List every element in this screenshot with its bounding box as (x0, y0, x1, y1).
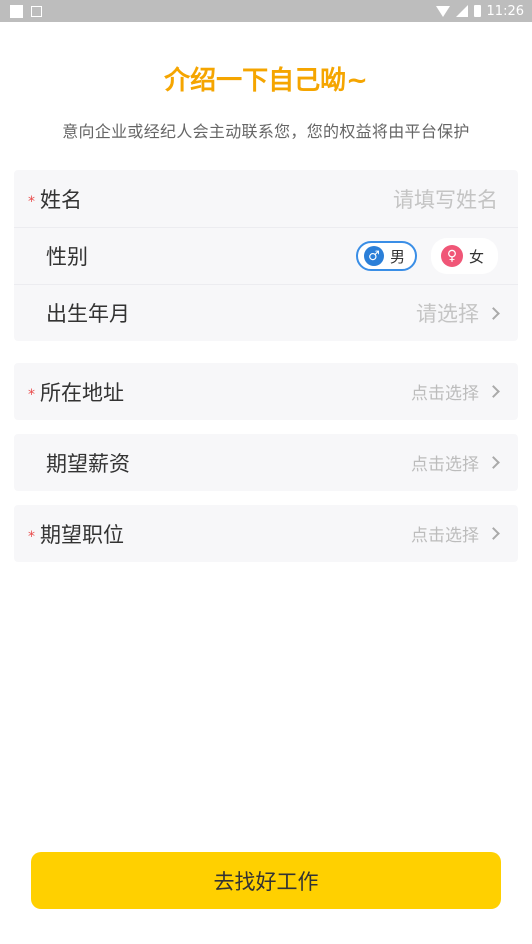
page-title: 介绍一下自己呦~ (164, 66, 368, 96)
female-label: 女 (468, 247, 484, 266)
position-hint: 点击选择 (411, 526, 479, 546)
address-label: 所在地址 (40, 380, 124, 405)
status-bar: 11:26 (0, 0, 532, 22)
birth-label: 出生年月 (46, 302, 130, 326)
male-option-button[interactable]: ♂ 男 (355, 241, 417, 271)
notification-icon-2 (31, 5, 42, 17)
address-card: * 所在地址 点击选择 (14, 363, 518, 420)
name-label: 姓名 (40, 187, 82, 212)
male-label: 男 (389, 247, 405, 266)
chevron-right-icon (487, 527, 500, 540)
gender-selector: ♂ 男 ♀ 女 (355, 238, 498, 274)
salary-hint: 点击选择 (411, 455, 479, 475)
position-label: 期望职位 (40, 522, 124, 547)
gender-label: 性别 (46, 245, 88, 269)
address-picker[interactable]: 点击选择 (411, 379, 500, 404)
birth-picker[interactable]: 请选择 (416, 298, 500, 328)
required-mark: * (28, 386, 35, 403)
female-option-button[interactable]: ♀ 女 (430, 238, 498, 274)
status-time: 11:26 (486, 3, 524, 19)
salary-label: 期望薪资 (46, 451, 130, 476)
gender-row: 性别 ♂ 男 ♀ 女 (14, 227, 518, 284)
wifi-icon (435, 5, 450, 17)
salary-picker[interactable]: 点击选择 (411, 450, 500, 475)
name-row[interactable]: * 姓名 请填写姓名 (14, 170, 518, 227)
required-mark: * (28, 193, 35, 210)
status-left (10, 4, 42, 18)
notification-icon (10, 4, 23, 18)
position-picker[interactable]: 点击选择 (411, 521, 500, 546)
page-subtitle: 意向企业或经纪人会主动联系您，您的权益将由平台保护 (62, 122, 470, 141)
basic-info-card: * 姓名 请填写姓名 性别 ♂ 男 ♀ 女 出生年月 请选择 (14, 170, 518, 341)
chevron-right-icon (487, 385, 500, 398)
name-input[interactable]: 请填写姓名 (393, 184, 498, 214)
chevron-right-icon (487, 306, 500, 320)
find-job-button[interactable]: 去找好工作 (31, 852, 501, 909)
chevron-right-icon (487, 456, 500, 469)
signal-icon (455, 5, 468, 17)
male-symbol-icon: ♂ (363, 246, 384, 266)
birth-row[interactable]: 出生年月 请选择 (14, 284, 518, 341)
battery-icon (473, 5, 481, 17)
female-symbol-icon: ♀ (440, 245, 463, 267)
required-mark: * (28, 528, 35, 545)
address-hint: 点击选择 (411, 384, 479, 404)
address-row[interactable]: * 所在地址 点击选择 (14, 363, 518, 420)
birth-hint: 请选择 (416, 302, 479, 326)
status-right: 11:26 (435, 3, 524, 19)
position-row[interactable]: * 期望职位 点击选择 (14, 505, 518, 562)
position-card: * 期望职位 点击选择 (14, 505, 518, 562)
salary-card: 期望薪资 点击选择 (14, 434, 518, 491)
salary-row[interactable]: 期望薪资 点击选择 (14, 434, 518, 491)
